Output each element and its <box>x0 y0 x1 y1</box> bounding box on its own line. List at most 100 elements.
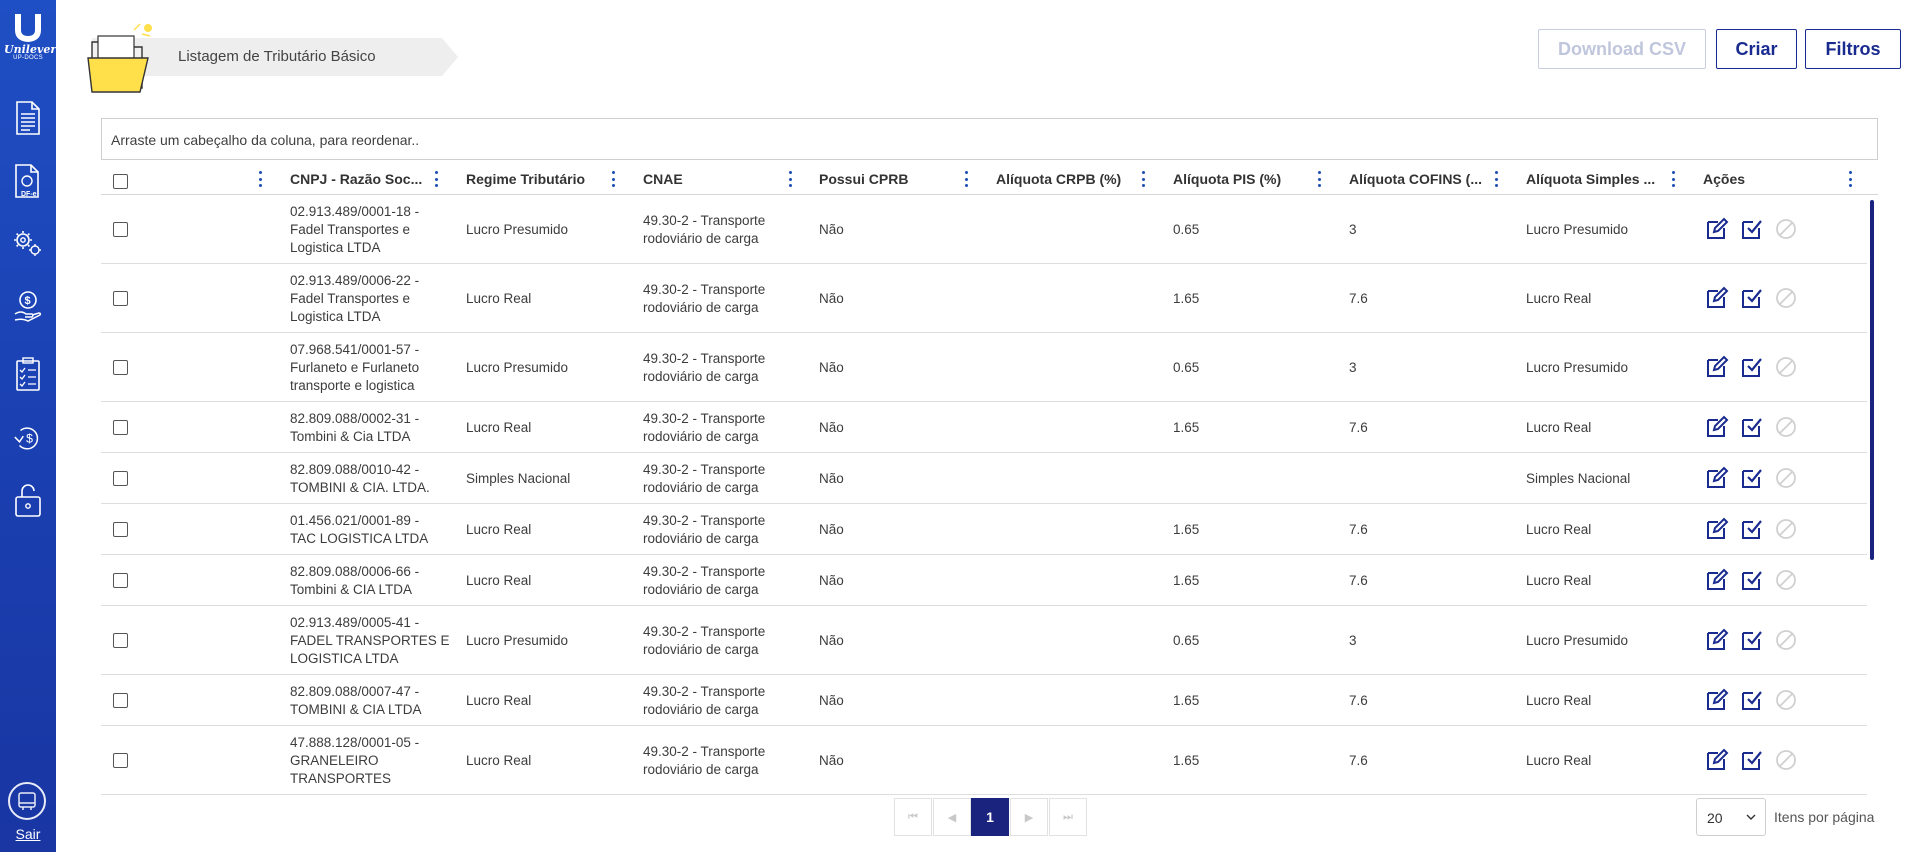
cell-cnpj-line: Tombini & Cia LTDA <box>290 428 411 444</box>
table-row[interactable]: 82.809.088/0002-31 - Tombini & Cia LTDA Lu… <box>101 402 1867 453</box>
column-menu-icon[interactable] <box>787 171 793 187</box>
column-header-possui-cprb[interactable]: Possui CPRB <box>819 163 969 195</box>
edit-icon[interactable] <box>1705 628 1729 652</box>
items-per-page-label: Itens por página <box>1774 809 1875 825</box>
table-row[interactable]: 02.913.489/0005-41 - FADEL TRANSPORTES E L… <box>101 606 1867 675</box>
checkbox-checked-icon[interactable] <box>1740 286 1764 310</box>
table-row[interactable]: 82.809.088/0007-47 - TOMBINI & CIA LTDA Lu… <box>101 675 1867 726</box>
row-checkbox[interactable] <box>113 290 128 306</box>
column-menu-icon[interactable] <box>1670 171 1676 187</box>
edit-icon[interactable] <box>1705 466 1729 490</box>
row-checkbox[interactable] <box>113 470 128 486</box>
column-menu-icon[interactable] <box>1493 171 1499 187</box>
edit-icon[interactable] <box>1705 568 1729 592</box>
column-menu-icon[interactable] <box>257 171 263 187</box>
cell-cnpj-line: Logistica LTDA <box>290 239 381 255</box>
cell-cnpj-line: 02.913.489/0006-22 - <box>290 272 420 288</box>
items-per-page-select[interactable]: 20 <box>1696 798 1766 836</box>
edit-icon[interactable] <box>1705 286 1729 310</box>
exit-area: Sair <box>8 782 48 842</box>
gears-icon[interactable] <box>12 224 44 264</box>
cell-cnae: 49.30-2 - Transporte rodoviário de carga <box>643 212 765 248</box>
edit-icon[interactable] <box>1705 355 1729 379</box>
edit-icon[interactable] <box>1705 688 1729 712</box>
select-all-checkbox[interactable] <box>113 174 128 189</box>
row-checkbox[interactable] <box>113 521 128 537</box>
previous-page-icon[interactable]: ◀ <box>933 798 971 836</box>
cell-regime: Simples Nacional <box>466 470 571 486</box>
column-header-cnpj[interactable]: CNPJ - Razão Soc... <box>290 163 426 195</box>
column-header-aliquota-pis[interactable]: Alíquota PIS (%) <box>1173 163 1323 195</box>
document-icon[interactable] <box>12 98 44 138</box>
row-checkbox[interactable] <box>113 221 128 237</box>
column-menu-icon[interactable] <box>610 171 616 187</box>
download-csv-button[interactable]: Download CSV <box>1538 29 1706 69</box>
table-row[interactable]: 01.456.021/0001-89 - TAC LOGISTICA LTDA Lu… <box>101 504 1867 555</box>
checkbox-checked-icon[interactable] <box>1740 568 1764 592</box>
exit-link[interactable]: Sair <box>8 826 48 842</box>
checkbox-checked-icon[interactable] <box>1740 688 1764 712</box>
disabled-circle-icon <box>1774 286 1798 310</box>
row-checkbox[interactable] <box>113 632 128 648</box>
dfe-document-icon[interactable]: DF-e <box>12 162 44 202</box>
checkbox-checked-icon[interactable] <box>1740 748 1764 772</box>
column-header-regime[interactable]: Regime Tributário <box>466 163 626 195</box>
edit-icon[interactable] <box>1705 217 1729 241</box>
checkbox-checked-icon[interactable] <box>1740 628 1764 652</box>
table-row[interactable]: 07.968.541/0001-57 - Furlaneto e Furlanet… <box>101 333 1867 402</box>
unilever-logo[interactable]: Unilever UP-DOCS <box>4 12 56 74</box>
money-hand-icon[interactable]: $ <box>12 286 44 326</box>
lock-icon[interactable] <box>12 480 44 520</box>
edit-icon[interactable] <box>1705 748 1729 772</box>
edit-icon[interactable] <box>1705 415 1729 439</box>
checkbox-checked-icon[interactable] <box>1740 355 1764 379</box>
column-grouping-drop-zone[interactable]: Arraste um cabeçalho da coluna, para reo… <box>101 118 1878 160</box>
column-header-aliquota-crpb[interactable]: Alíquota CRPB (%) <box>996 163 1146 195</box>
row-checkbox[interactable] <box>113 692 128 708</box>
column-header-aliquota-cofins[interactable]: Alíquota COFINS (... <box>1349 163 1489 195</box>
table-row[interactable]: 02.913.489/0006-22 - Fadel Transportes e L… <box>101 264 1867 333</box>
cell-possui-cprb: Não <box>819 572 844 588</box>
column-menu-icon[interactable] <box>1140 171 1146 187</box>
next-page-icon[interactable]: ▶ <box>1010 798 1048 836</box>
checkbox-checked-icon[interactable] <box>1740 217 1764 241</box>
column-header-cnae[interactable]: CNAE <box>643 163 793 195</box>
checkbox-checked-icon[interactable] <box>1740 517 1764 541</box>
column-menu-icon[interactable] <box>433 171 439 187</box>
table-row[interactable]: 02.913.489/0001-18 - Fadel Transportes e L… <box>101 195 1867 264</box>
row-checkbox[interactable] <box>113 752 128 768</box>
refresh-money-icon[interactable]: $ <box>12 418 44 458</box>
items-per-page-value: 20 <box>1707 810 1723 826</box>
column-menu-icon[interactable] <box>1847 171 1853 187</box>
cell-cnpj-line: Tombini & CIA LTDA <box>290 581 413 597</box>
cell-cnae-line: 49.30-2 - Transporte <box>643 563 766 579</box>
cell-regime: Lucro Real <box>466 521 532 537</box>
table-scrollbar[interactable] <box>1870 200 1874 560</box>
cell-aliquota-simples: Lucro Presumido <box>1526 359 1629 375</box>
create-button[interactable]: Criar <box>1716 29 1797 69</box>
row-checkbox[interactable] <box>113 419 128 435</box>
checkbox-checked-icon[interactable] <box>1740 415 1764 439</box>
edit-icon[interactable] <box>1705 517 1729 541</box>
checkbox-checked-icon[interactable] <box>1740 466 1764 490</box>
cell-aliquota-cofins: 7.6 <box>1349 572 1368 588</box>
cell-possui-cprb: Não <box>819 470 844 486</box>
table-row[interactable]: 82.809.088/0006-66 - Tombini & CIA LTDA Lu… <box>101 555 1867 606</box>
filters-button[interactable]: Filtros <box>1805 29 1901 69</box>
cell-cnae: 49.30-2 - Transporte rodoviário de carga <box>643 512 765 548</box>
column-header-aliquota-simples[interactable]: Alíquota Simples ... <box>1526 163 1666 195</box>
page-button-current[interactable]: 1 <box>971 798 1009 836</box>
row-checkbox[interactable] <box>113 359 128 375</box>
svg-text:$: $ <box>25 295 31 307</box>
table-row[interactable]: 47.888.128/0001-05 - GRANELEIRO TRANSPORTE… <box>101 726 1867 795</box>
cell-cnae: 49.30-2 - Transporte rodoviário de carga <box>643 461 765 497</box>
row-checkbox[interactable] <box>113 572 128 588</box>
column-menu-icon[interactable] <box>1316 171 1322 187</box>
last-page-icon[interactable]: ⏭ <box>1049 798 1087 836</box>
table-row[interactable]: 82.809.088/0010-42 - TOMBINI & CIA. LTDA.… <box>101 453 1867 504</box>
checklist-icon[interactable] <box>12 354 44 394</box>
cell-aliquota-cofins: 7.6 <box>1349 692 1368 708</box>
column-menu-icon[interactable] <box>963 171 969 187</box>
exit-icon[interactable] <box>8 782 46 820</box>
first-page-icon[interactable]: ⏮ <box>894 798 932 836</box>
